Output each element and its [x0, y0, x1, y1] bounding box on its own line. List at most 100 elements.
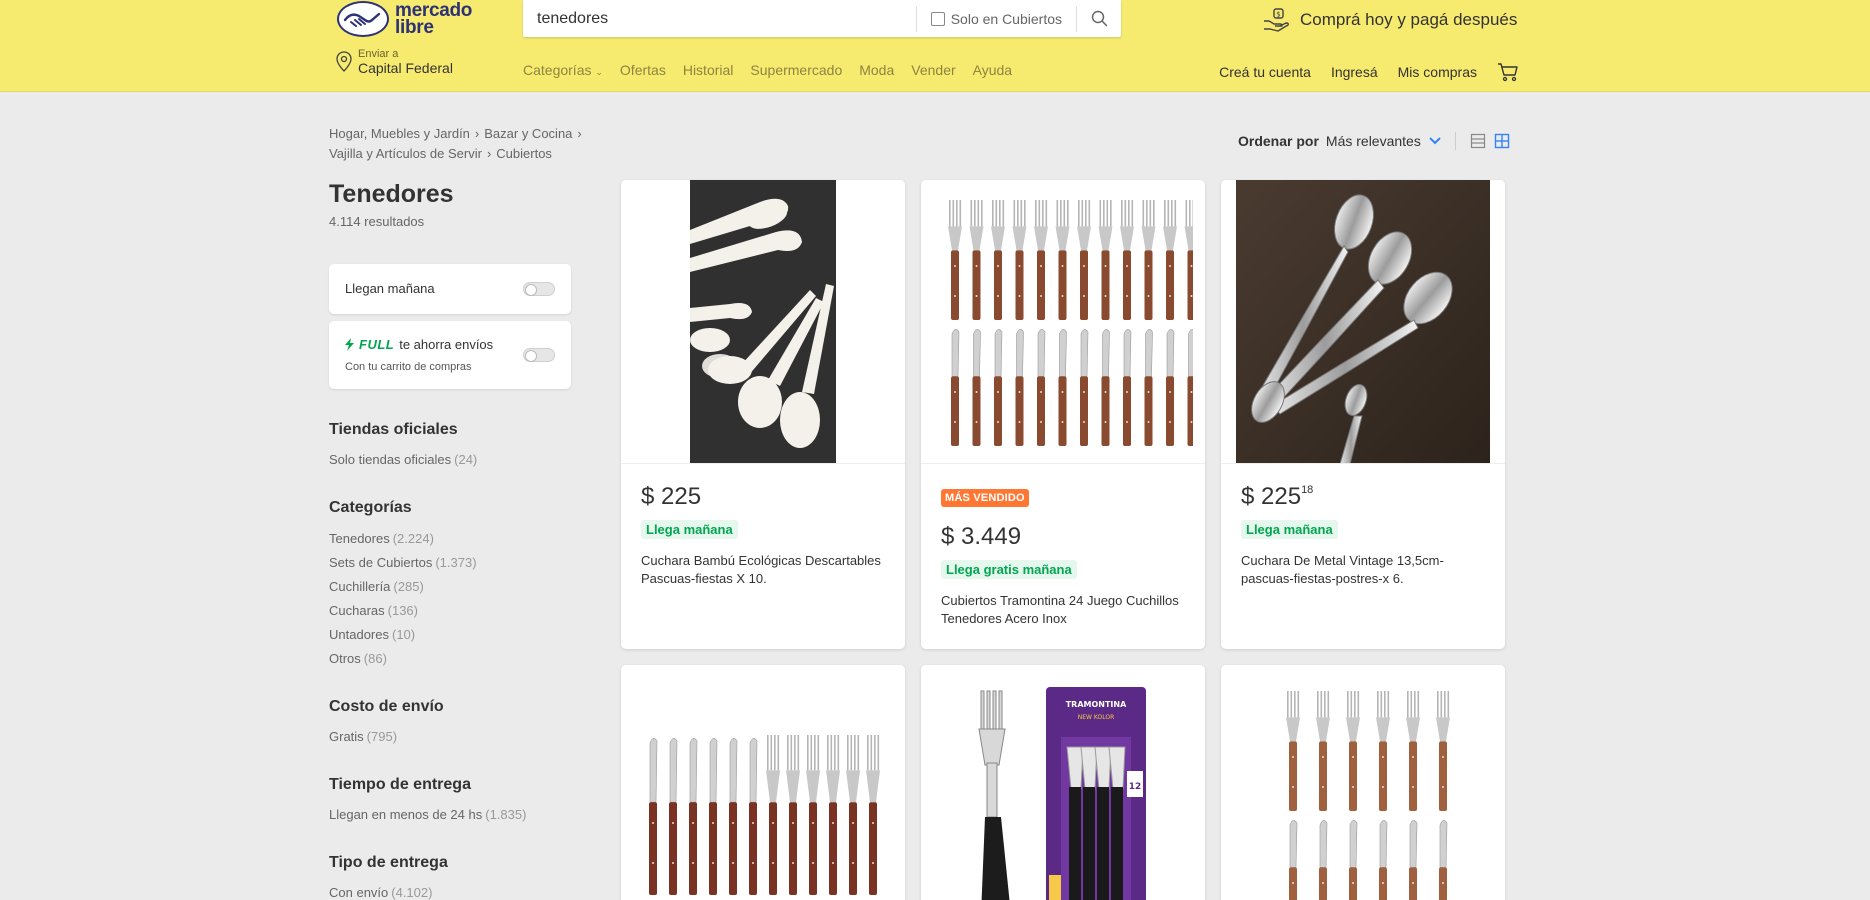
- svg-text:$: $: [1276, 11, 1280, 19]
- category-checkbox[interactable]: [930, 11, 945, 26]
- nav-categorias[interactable]: Categorías ⌄: [523, 62, 603, 78]
- filter-link[interactable]: Tenedores (2.224): [329, 531, 434, 546]
- filter-llegan-manana-label: Llegan mañana: [345, 281, 435, 296]
- filter-count: (4.102): [391, 885, 433, 900]
- filter-count: (86): [363, 651, 387, 666]
- shipping-badge: Llega mañana: [1241, 520, 1338, 539]
- filter-link[interactable]: Cucharas (136): [329, 603, 418, 618]
- filter-link[interactable]: Otros (86): [329, 651, 387, 666]
- nav-supermercado[interactable]: Supermercado: [750, 62, 842, 78]
- search-icon: [1091, 10, 1107, 27]
- breadcrumb-item[interactable]: Cubiertos: [496, 146, 552, 161]
- sort-dropdown[interactable]: Más relevantes: [1326, 133, 1421, 149]
- list-view-icon[interactable]: [1470, 133, 1486, 149]
- breadcrumb-item[interactable]: Hogar, Muebles y Jardín: [329, 126, 470, 141]
- filter-count: (136): [387, 603, 418, 618]
- section-categorias-title: Categorías: [329, 499, 412, 516]
- filter-llegan-manana[interactable]: Llegan mañana: [329, 264, 571, 314]
- filter-label: Otros: [329, 651, 361, 666]
- filter-count: (10): [391, 627, 416, 642]
- grid-view-icon[interactable]: [1494, 133, 1510, 149]
- promo-banner[interactable]: $ Comprá hoy y pagá después: [1262, 4, 1517, 36]
- location-label: Enviar a: [358, 48, 399, 60]
- filter-full[interactable]: FULL te ahorra envíos Con tu carrito de …: [329, 321, 571, 389]
- login-link[interactable]: Ingresá: [1331, 64, 1378, 80]
- filter-link[interactable]: Gratis (795): [329, 729, 397, 744]
- handshake-logo-icon: [337, 1, 389, 37]
- product-image[interactable]: TRAMONTINA NEW KOLOR 12: [921, 665, 1205, 900]
- results-count: 4.114 resultados: [329, 214, 425, 229]
- nav-historial[interactable]: Historial: [683, 62, 734, 78]
- filter-count: (285): [393, 579, 424, 594]
- section-tiempo-title: Tiempo de entrega: [329, 776, 471, 793]
- user-nav: Creá tu cuenta Ingresá Mis compras: [1219, 62, 1519, 82]
- product-card[interactable]: $ 22518 Llega mañana Cuchara De Metal Vi…: [1221, 180, 1505, 649]
- package-count: 12: [1129, 782, 1142, 792]
- category-checkbox-label: Solo en Cubiertos: [950, 10, 1062, 27]
- price-cents: 18: [1301, 484, 1314, 496]
- product-image[interactable]: [921, 180, 1205, 464]
- filter-link[interactable]: Con envío (4.102): [329, 885, 432, 900]
- filter-count: (795): [366, 729, 398, 744]
- nav-ofertas[interactable]: Ofertas: [620, 62, 666, 78]
- hand-money-icon: $: [1264, 8, 1289, 32]
- product-title[interactable]: Cubiertos Tramontina 24 Juego Cuchillos …: [941, 592, 1191, 628]
- chevron-right-icon: ›: [474, 126, 480, 141]
- location-pin-icon: [336, 51, 352, 72]
- product-card[interactable]: $ 225 Llega mañana Cuchara Bambú Ecológi…: [621, 180, 905, 649]
- main-nav: Categorías ⌄ Ofertas Historial Supermerc…: [523, 62, 1012, 78]
- product-title[interactable]: Cuchara De Metal Vintage 13,5cm-pascuas-…: [1241, 552, 1491, 588]
- filter-link[interactable]: Solo tiendas oficiales (24): [329, 452, 477, 467]
- search-button[interactable]: [1077, 0, 1121, 37]
- chevron-right-icon: ›: [486, 146, 492, 161]
- sort-label: Ordenar por: [1238, 133, 1319, 149]
- product-price: $ 22518: [1241, 483, 1313, 511]
- lightning-icon: [345, 338, 354, 351]
- delivery-location[interactable]: Enviar a Capital Federal: [336, 48, 453, 76]
- filter-label: Cuchillería: [329, 579, 391, 594]
- sort-bar: Ordenar por Más relevantes: [1238, 132, 1510, 150]
- llegan-manana-toggle[interactable]: [523, 282, 555, 296]
- breadcrumb-item[interactable]: Bazar y Cocina: [484, 126, 572, 141]
- breadcrumb-item[interactable]: Vajilla y Artículos de Servir: [329, 146, 482, 161]
- nav-moda[interactable]: Moda: [859, 62, 894, 78]
- full-toggle[interactable]: [523, 348, 555, 362]
- product-card[interactable]: TRAMONTINA NEW KOLOR 12: [921, 665, 1205, 900]
- product-card[interactable]: [621, 665, 905, 900]
- chevron-down-icon[interactable]: [1429, 137, 1441, 145]
- nav-vender[interactable]: Vender: [911, 62, 955, 78]
- full-text: te ahorra envíos: [399, 337, 494, 352]
- nav-categorias-label: Categorías: [523, 62, 592, 78]
- filter-link[interactable]: Llegan en menos de 24 hs (1.835): [329, 807, 526, 822]
- filter-link[interactable]: Sets de Cubiertos (1.373): [329, 555, 477, 570]
- product-price: $ 3.449: [941, 523, 1022, 550]
- cart-icon[interactable]: [1497, 62, 1519, 82]
- product-card[interactable]: MÁS VENDIDO $ 3.449 Llega gratis mañana …: [921, 180, 1205, 649]
- search-input[interactable]: [523, 0, 916, 37]
- tramontina-set-image: [948, 199, 1193, 446]
- mercadolibre-logo[interactable]: mercado libre: [337, 0, 477, 38]
- logo-word-2: libre: [395, 17, 434, 38]
- product-image[interactable]: [621, 665, 905, 900]
- product-image[interactable]: [621, 180, 905, 464]
- filter-count: (24): [454, 452, 478, 467]
- filter-label: Con envío: [329, 885, 389, 900]
- header: mercado libre Solo en Cubiertos $ Comprá…: [0, 0, 1870, 92]
- product-image[interactable]: [1221, 665, 1505, 900]
- filter-label: Solo tiendas oficiales: [329, 452, 452, 467]
- my-purchases-link[interactable]: Mis compras: [1398, 64, 1477, 80]
- vintage-spoons-image: [1236, 180, 1490, 463]
- filter-link[interactable]: Untadores (10): [329, 627, 415, 642]
- package-line: NEW KOLOR: [1078, 714, 1114, 721]
- product-title[interactable]: Cuchara Bambú Ecológicas Descartables Pa…: [641, 552, 891, 588]
- product-card[interactable]: [1221, 665, 1505, 900]
- filter-label: Llegan en menos de 24 hs: [329, 807, 483, 822]
- filter-link[interactable]: Cuchillería (285): [329, 579, 424, 594]
- nav-ayuda[interactable]: Ayuda: [973, 62, 1012, 78]
- search-bar: Solo en Cubiertos: [523, 0, 1121, 37]
- create-account-link[interactable]: Creá tu cuenta: [1219, 64, 1311, 80]
- search-category-filter[interactable]: Solo en Cubiertos: [917, 11, 1076, 27]
- product-image[interactable]: [1221, 180, 1505, 464]
- knives-forks-image: [649, 734, 880, 895]
- tramontina-forks-pack-image: TRAMONTINA NEW KOLOR 12: [978, 686, 1146, 900]
